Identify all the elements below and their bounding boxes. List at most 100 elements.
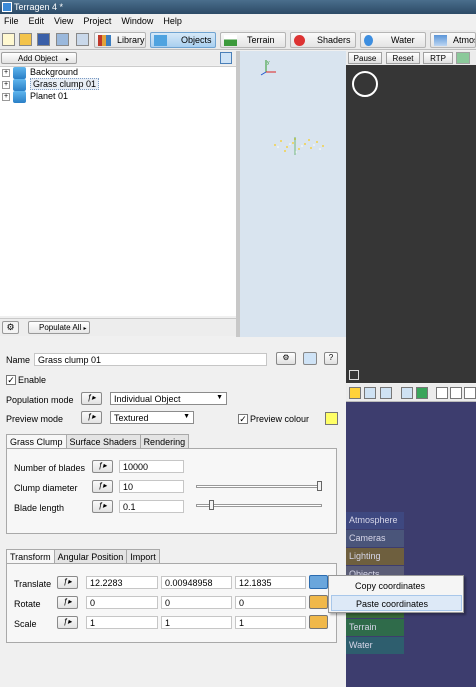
name-label: Name [6, 355, 31, 365]
view-icon[interactable] [364, 387, 376, 399]
rtp-button[interactable]: RTP [423, 52, 453, 64]
menu-window[interactable]: Window [117, 15, 159, 29]
function-icon[interactable]: ƒ▸ [81, 411, 102, 424]
blades-field[interactable]: 10000 [119, 460, 184, 473]
slider-handle[interactable] [209, 500, 214, 510]
tab-grass-clump[interactable]: Grass Clump [6, 434, 67, 449]
scale-y-field[interactable]: 1 [161, 616, 232, 629]
sun-icon[interactable] [349, 387, 361, 399]
crosshair-icon[interactable] [352, 71, 378, 97]
population-mode-select[interactable]: Individual Object ▼ [110, 392, 227, 405]
menu-project[interactable]: Project [79, 15, 117, 29]
populate-all-button[interactable]: Populate All ▸ [28, 321, 90, 334]
pause-button[interactable]: Pause [348, 52, 382, 64]
rotate-x-field[interactable]: 0 [86, 596, 158, 609]
reset-button[interactable]: Reset [386, 52, 420, 64]
expand-icon[interactable]: + [2, 93, 10, 101]
scale-x-field[interactable]: 1 [86, 616, 158, 629]
tree-item-planet[interactable]: + Planet 01 [2, 91, 68, 103]
save-icon[interactable] [37, 33, 50, 46]
terrain-tab-button[interactable]: Terrain [220, 32, 286, 48]
shaders-tab-button[interactable]: Shaders [290, 32, 356, 48]
menu-help[interactable]: Help [159, 15, 188, 29]
refresh-icon[interactable] [416, 387, 428, 399]
zoom-icon[interactable] [464, 387, 476, 399]
axis-gizmo-icon: y [260, 60, 276, 76]
node-group-water[interactable]: Water [346, 637, 404, 654]
node-group-lighting[interactable]: Lighting [346, 548, 404, 565]
rtp-toggle-icon[interactable] [456, 52, 470, 64]
gear-icon[interactable]: ⚙ [276, 352, 296, 365]
rotate-y-field[interactable]: 0 [161, 596, 232, 609]
preview-colour-swatch[interactable] [325, 412, 338, 425]
3d-view-icon[interactable] [76, 33, 89, 46]
node-group-cameras[interactable]: Cameras [346, 530, 404, 547]
expand-icon[interactable]: + [2, 69, 10, 77]
objects-tab-button[interactable]: Objects [150, 32, 216, 48]
menu-edit[interactable]: Edit [25, 15, 51, 29]
clump-diameter-field[interactable]: 10 [119, 480, 184, 493]
clipboard-icon[interactable] [309, 615, 328, 629]
tab-rendering[interactable]: Rendering [139, 434, 190, 448]
coordinates-context-menu: Copy coordinates Paste coordinates [328, 575, 464, 613]
function-icon[interactable]: ƒ▸ [57, 576, 78, 589]
tab-angular-position[interactable]: Angular Position [53, 549, 128, 563]
tab-surface-shaders[interactable]: Surface Shaders [65, 434, 141, 448]
panel-icon[interactable] [303, 352, 317, 365]
fit-icon[interactable] [450, 387, 462, 399]
tab-transform[interactable]: Transform [6, 549, 55, 564]
help-icon[interactable]: ? [324, 352, 338, 365]
library-button[interactable]: Library [94, 32, 146, 48]
3d-viewport[interactable] [240, 51, 346, 337]
function-icon[interactable]: ƒ▸ [57, 616, 78, 629]
slider-handle[interactable] [317, 481, 322, 491]
function-icon[interactable]: ƒ▸ [92, 460, 113, 473]
translate-x-field[interactable]: 12.2283 [86, 576, 158, 589]
blade-length-slider[interactable] [196, 504, 322, 507]
render-preview[interactable] [346, 65, 476, 383]
open-folder-icon[interactable] [19, 33, 32, 46]
copy-coordinates-item[interactable]: Copy coordinates [331, 578, 462, 594]
panel-options-button[interactable] [220, 52, 232, 64]
function-icon[interactable]: ƒ▸ [81, 392, 102, 405]
gear-icon[interactable]: ⚙ [2, 321, 19, 334]
menu-file[interactable]: File [0, 15, 25, 29]
objects-icon [154, 35, 167, 46]
rotate-z-field[interactable]: 0 [235, 596, 306, 609]
scale-z-field[interactable]: 1 [235, 616, 306, 629]
window-title: Terragen 4 * [14, 2, 64, 12]
function-icon[interactable]: ƒ▸ [92, 500, 113, 513]
translate-z-field[interactable]: 12.1835 [235, 576, 306, 589]
translate-y-field[interactable]: 0.00948958 [161, 576, 232, 589]
grass-clump-preview [274, 137, 324, 155]
eye-icon[interactable] [436, 387, 448, 399]
atmosphere-tab-button[interactable]: Atmosp [430, 32, 476, 48]
add-object-button[interactable]: Add Object ▸ [1, 52, 77, 64]
node-group-terrain[interactable]: Terrain [346, 619, 404, 636]
new-file-icon[interactable] [2, 33, 15, 46]
preview-mode-select[interactable]: Textured ▼ [110, 411, 194, 424]
water-tab-button[interactable]: Water [360, 32, 426, 48]
enable-checkbox[interactable]: ✓ [6, 375, 16, 385]
resize-icon[interactable] [349, 370, 359, 380]
terragen-logo-icon [2, 2, 12, 12]
object-icon [13, 91, 26, 103]
function-icon[interactable]: ƒ▸ [57, 596, 78, 609]
function-icon[interactable]: ƒ▸ [92, 480, 113, 493]
add-node-icon[interactable] [380, 387, 392, 399]
tab-import[interactable]: Import [126, 549, 160, 563]
name-field[interactable]: Grass clump 01 [34, 353, 267, 366]
node-icon[interactable] [401, 387, 413, 399]
menu-view[interactable]: View [50, 15, 79, 29]
tree-item-grass-clump[interactable]: + Grass clump 01 [2, 78, 100, 91]
paste-coordinates-item[interactable]: Paste coordinates [331, 595, 462, 611]
node-group-atmosphere[interactable]: Atmosphere [346, 512, 404, 529]
blade-length-field[interactable]: 0.1 [119, 500, 184, 513]
clump-diameter-slider[interactable] [196, 485, 322, 488]
save-as-icon[interactable] [56, 33, 69, 46]
preview-colour-checkbox[interactable]: ✓ [238, 414, 248, 424]
chevron-down-icon: ▼ [216, 394, 223, 401]
expand-icon[interactable]: + [2, 81, 10, 89]
coordinates-menu-icon[interactable] [309, 575, 328, 589]
clipboard-icon[interactable] [309, 595, 328, 609]
